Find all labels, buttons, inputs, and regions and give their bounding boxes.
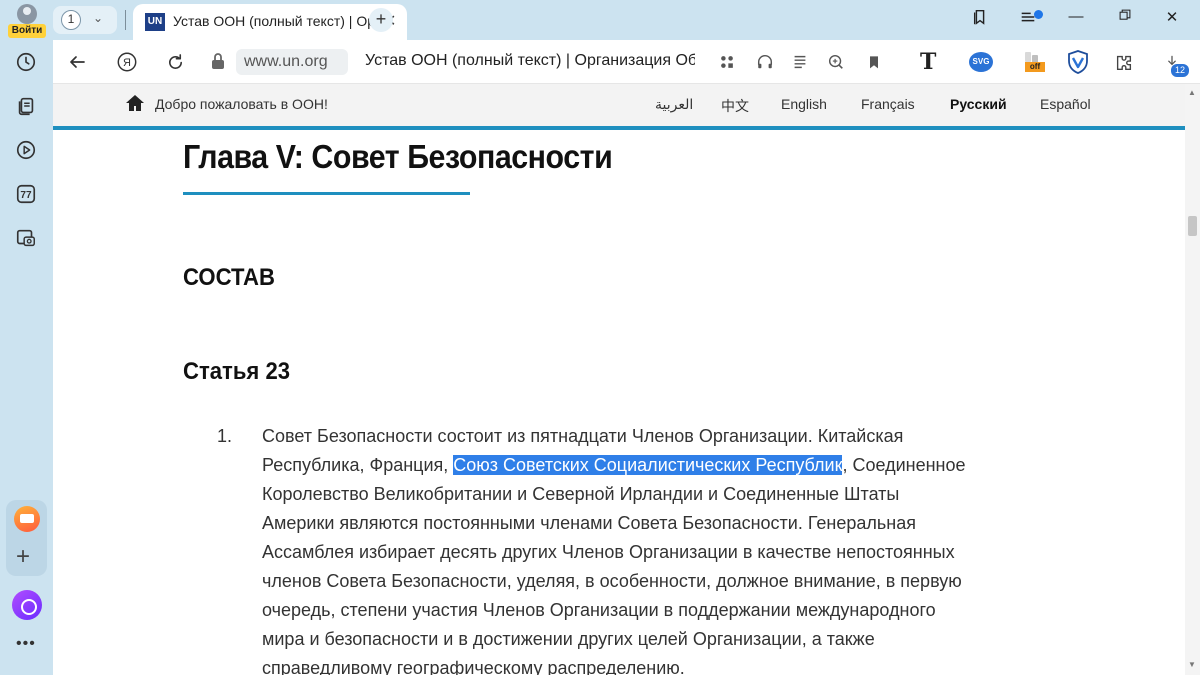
minimize-icon[interactable]: — [1064,8,1088,25]
lang-arabic[interactable]: العربية [655,96,693,113]
article-title: Статья 23 [183,358,291,385]
puzzle-extension-icon[interactable] [1113,51,1135,73]
paragraph-text: , Соединенное [842,455,966,475]
lang-russian[interactable]: Русский [950,96,1007,112]
paragraph-line: членов Совета Безопасности, уделяя, в ос… [262,571,962,591]
collections-icon [18,97,34,116]
paragraph-text: Республика, Франция, [262,455,454,475]
paragraph-line: справедливому географическому распределе… [262,658,685,675]
selected-text[interactable]: Союз Советских Социалистических Республи… [453,455,843,475]
vpn-shield-icon[interactable] [1067,50,1089,74]
browser-sidebar: Войти 77 + ••• [0,0,53,675]
tab-active[interactable]: UN Устав ООН (полный текст) | Организаци… [133,4,407,40]
paragraph-line: Ассамблея избирает десять других Членов … [262,542,955,562]
text-extension-icon[interactable]: T [920,49,936,75]
browser-window: Войти 77 + ••• 1 ⌄ UN Устав ООН (полный … [0,0,1200,675]
yandex-icon[interactable]: Я [115,50,139,74]
speed-dial-icon: 77 [16,184,36,204]
paragraph-line: Королевство Великобритании и Северной Ир… [262,484,900,504]
reader-mode-icon[interactable] [789,51,811,73]
history-icon [16,52,36,72]
video-icon [16,140,36,160]
chevron-down-icon: ⌄ [93,11,104,25]
paragraph-line: Республика, Франция, Союз Советских Соци… [262,451,1042,480]
lock-icon[interactable] [210,52,226,70]
add-icon[interactable]: + [16,545,30,569]
tab-bar: 1 ⌄ UN Устав ООН (полный текст) | Органи… [53,0,1200,40]
url-text: www.un.org [244,53,328,70]
page-content: Глава V: Совет Безопасности СОСТАВ Стать… [53,130,1185,675]
page-scrollbar[interactable]: ▲ ▼ [1185,84,1200,675]
restore-icon[interactable] [1113,8,1137,26]
history-button[interactable] [13,49,39,75]
apps-icon[interactable] [716,51,738,73]
bookmark-icon[interactable] [863,51,885,73]
paragraph-line: Совет Безопасности состоит из пятнадцати… [262,426,904,446]
speed-dial-button[interactable]: 77 [13,181,39,207]
scroll-down-icon[interactable]: ▼ [1188,660,1196,669]
un-favicon-icon: UN [145,13,165,31]
tab-title: Устав ООН (полный текст) | Организация О… [173,13,373,29]
more-icon[interactable]: ••• [16,635,36,653]
address-bar: Я www.un.org Устав ООН (полный текст) | … [53,40,1200,84]
downloads-count-badge: 12 [1171,64,1189,77]
screenshot-icon [16,229,35,247]
home-icon[interactable] [125,94,145,112]
alice-icon[interactable] [12,590,42,620]
translate-icon[interactable] [825,51,847,73]
tab-counter-button[interactable]: 1 ⌄ [53,6,117,34]
mail-icon[interactable] [14,506,40,532]
scroll-up-icon[interactable]: ▲ [1188,88,1196,97]
lang-chinese[interactable]: 中文 [721,96,749,116]
paragraph-line: очередь, степени участия Членов Организа… [262,600,936,620]
chapter-title: Глава V: Совет Безопасности [183,138,613,175]
svg-extension-icon[interactable]: SVG [969,52,993,72]
chapter-underline [183,192,470,195]
welcome-link[interactable]: Добро пожаловать в ООН! [155,96,328,112]
headphones-icon[interactable] [754,51,776,73]
address-page-title[interactable]: Устав ООН (полный текст) | Организация О… [365,52,695,70]
screenshot-button[interactable] [13,225,39,251]
scroll-thumb[interactable] [1188,216,1197,236]
list-item-number: 1. [217,426,233,446]
video-button[interactable] [13,137,39,163]
site-header: Добро пожаловать в ООН! العربية 中文 Engli… [53,84,1185,126]
login-button[interactable]: Войти [6,4,48,38]
lang-english[interactable]: English [781,96,827,112]
tab-count: 1 [61,10,81,30]
bookmarks-panel-icon[interactable] [968,8,992,30]
paragraph-line: Америки являются постоянными членами Сов… [262,513,916,533]
svg-text:Я: Я [123,57,131,69]
collections-button[interactable] [13,93,39,119]
url-field[interactable]: www.un.org [236,49,348,75]
login-label: Войти [8,24,46,38]
adblock-off-badge: off [1025,62,1045,72]
notification-dot [1034,10,1043,19]
window-close-icon[interactable]: ✕ [1160,8,1184,26]
section-title: СОСТАВ [183,264,275,291]
tab-separator [125,10,126,30]
speed-dial-label: 77 [20,190,32,201]
lang-french[interactable]: Français [861,96,915,112]
back-icon[interactable] [65,50,89,74]
new-tab-button[interactable]: + [369,8,393,32]
paragraph-line: мира и безопасности и в достижении други… [262,629,875,649]
article-paragraph: Совет Безопасности состоит из пятнадцати… [262,422,1042,675]
lang-spanish[interactable]: Español [1040,96,1091,112]
avatar-icon [17,4,37,24]
reload-icon[interactable] [163,50,187,74]
